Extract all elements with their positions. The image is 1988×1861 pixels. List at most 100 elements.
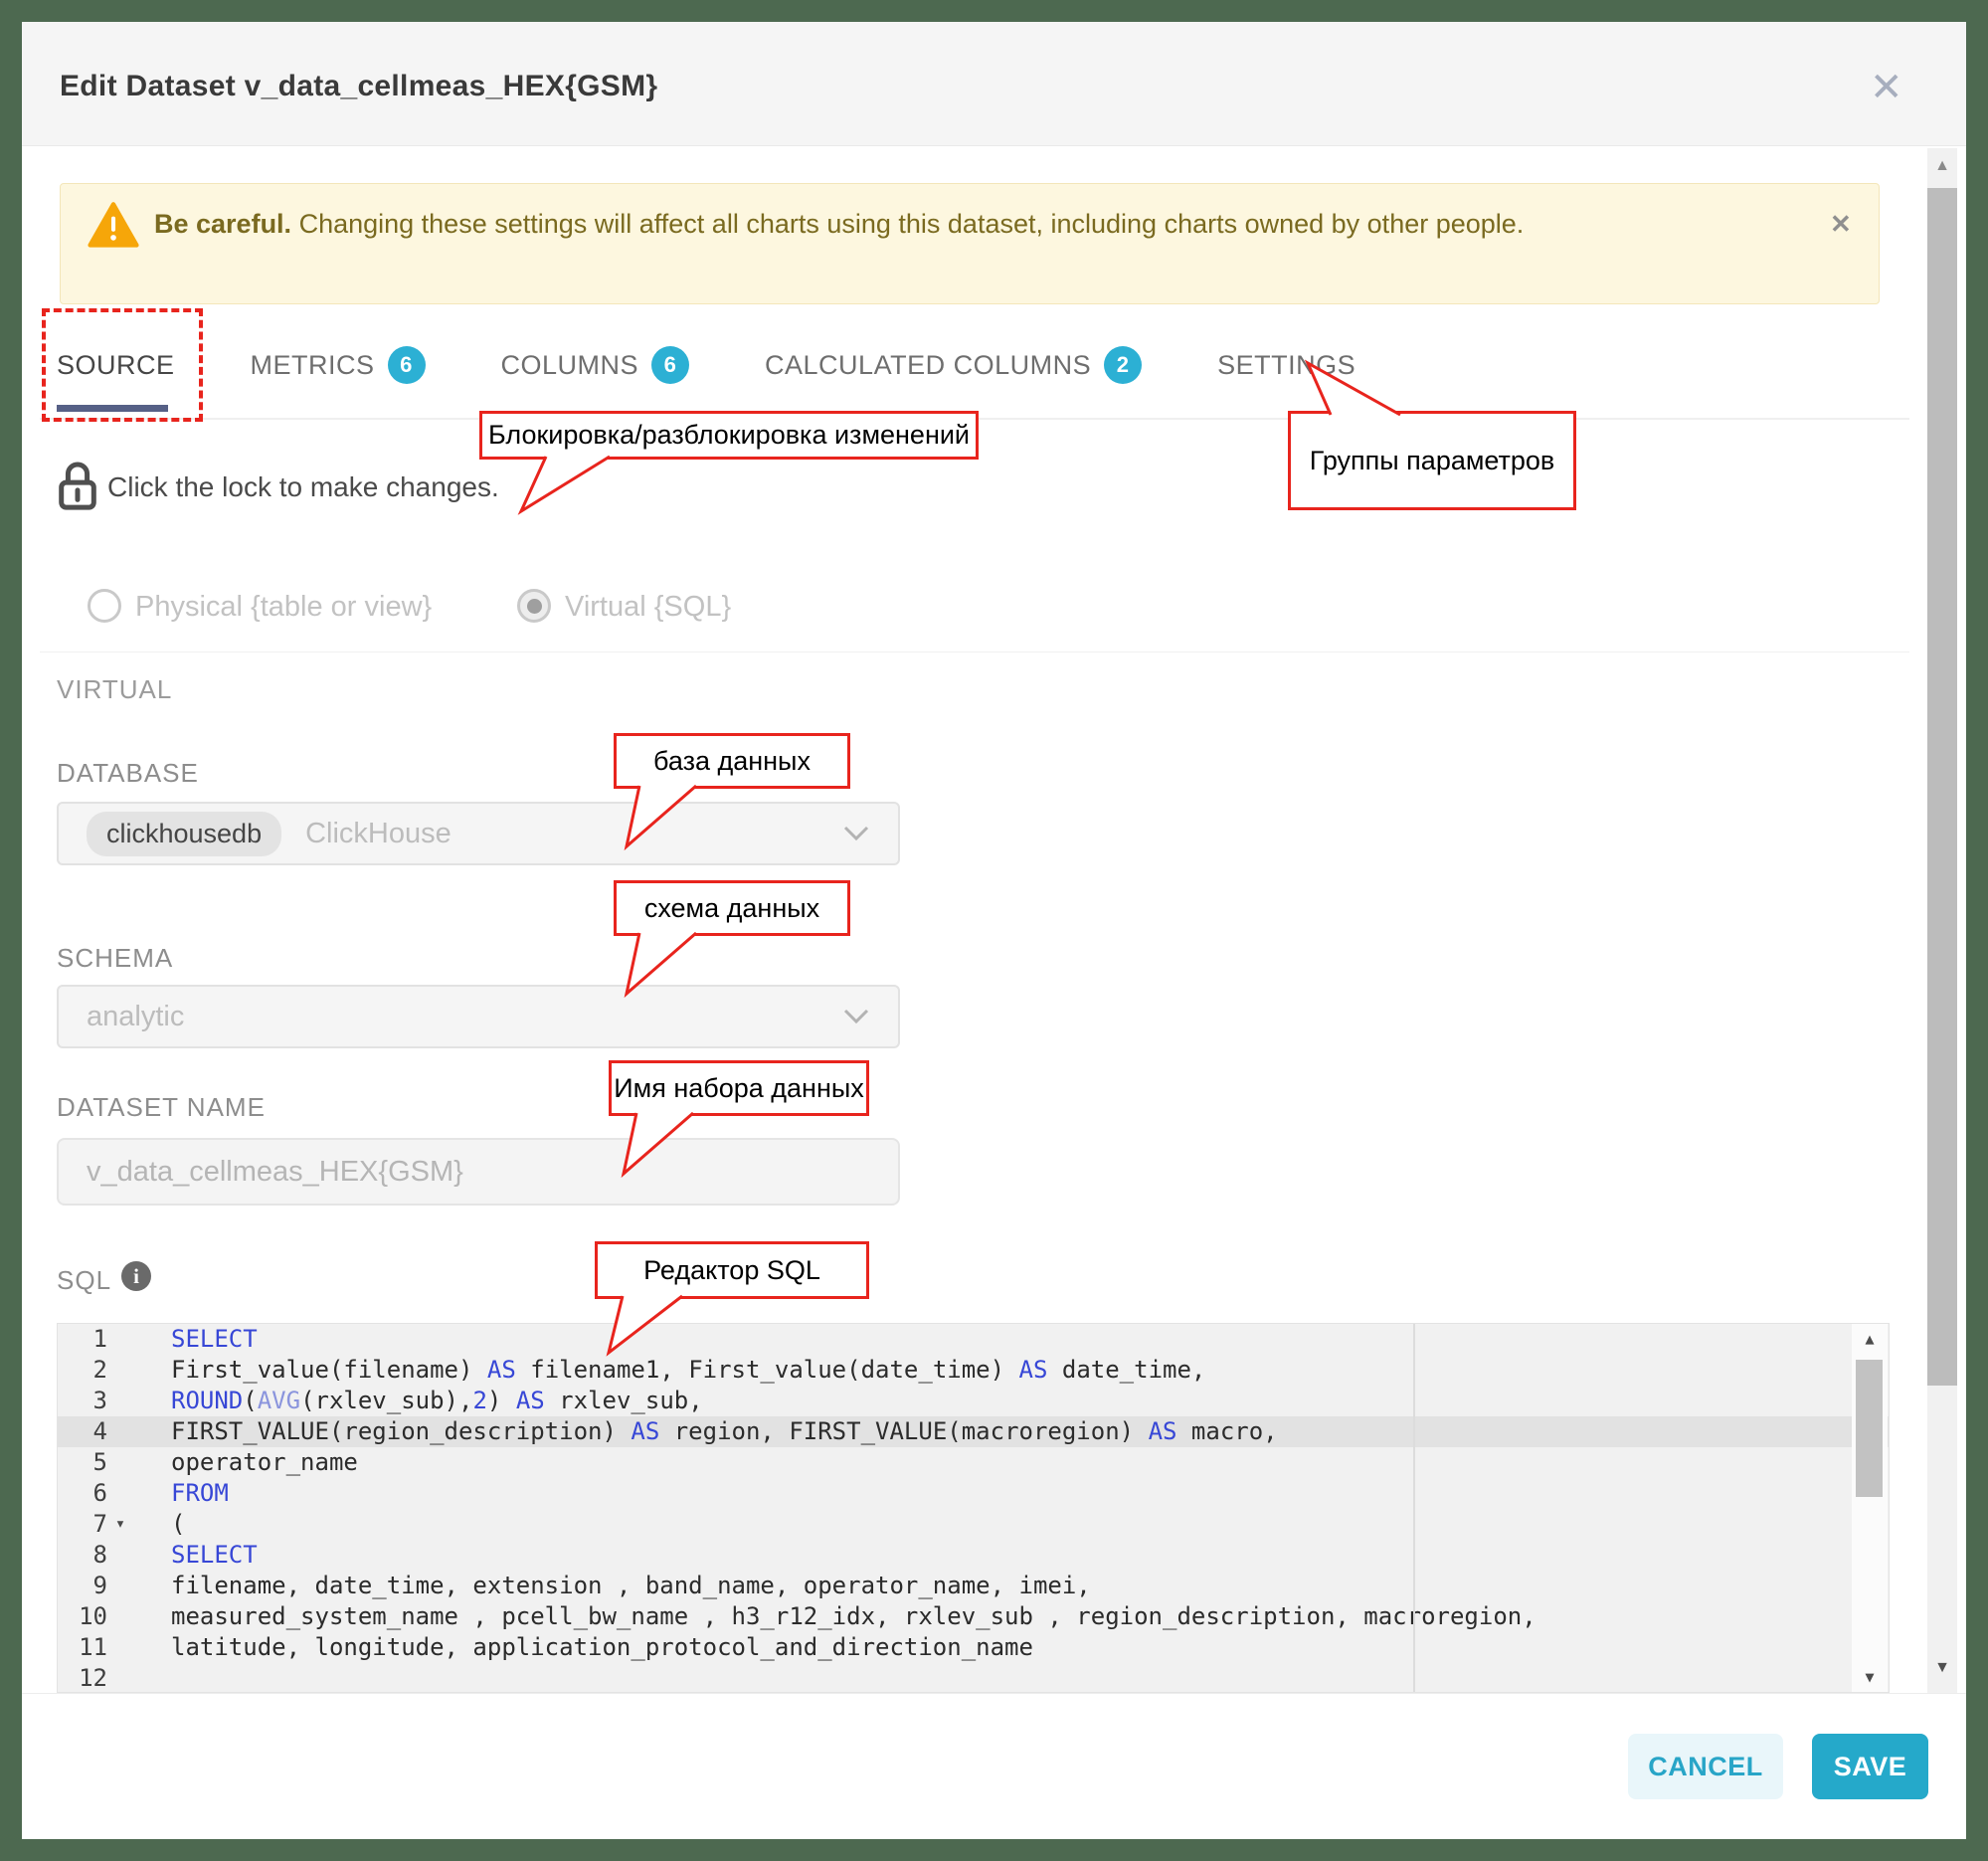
line-number: 5 [58, 1447, 107, 1478]
fold-spacer [107, 1601, 133, 1632]
sql-code: First_value(filename) AS filename1, Firs… [133, 1355, 1205, 1386]
fold-spacer [107, 1447, 133, 1478]
annotation-lock-toggle: Блокировка/разблокировка изменений [479, 411, 979, 460]
database-label: DATABASE [57, 758, 199, 789]
sql-code: operator_name [133, 1447, 358, 1478]
sql-line: 6 FROM [58, 1478, 1889, 1509]
fold-caret-icon[interactable]: ▾ [107, 1509, 133, 1540]
info-icon: i [121, 1261, 151, 1291]
dataset-name-input: v_data_cellmeas_HEX{GSM} [57, 1138, 900, 1206]
line-number: 8 [58, 1540, 107, 1571]
line-number: 6 [58, 1478, 107, 1509]
scroll-down-icon[interactable]: ▼ [1852, 1668, 1888, 1686]
sql-code: filename, date_time, extension , band_na… [133, 1571, 1091, 1601]
fold-spacer [107, 1663, 133, 1693]
warning-bold: Be careful. [154, 209, 291, 239]
line-number: 3 [58, 1386, 107, 1416]
warning-text: Be careful. Changing these settings will… [154, 204, 1755, 245]
fold-spacer [107, 1355, 133, 1386]
sql-code: SELECT [133, 1324, 258, 1355]
sql-code: SELECT [133, 1540, 258, 1571]
annotation-sql-editor: Редактор SQL [595, 1241, 869, 1299]
fold-spacer [107, 1416, 133, 1447]
database-value: ClickHouse [305, 818, 452, 850]
sql-code [133, 1663, 171, 1693]
chevron-down-icon [842, 1008, 870, 1025]
sql-line: 10 measured_system_name , pcell_bw_name ,… [58, 1601, 1889, 1632]
annotation-tail [612, 930, 711, 1000]
radio-physical [88, 589, 121, 623]
scroll-up-icon[interactable]: ▲ [1927, 157, 1957, 175]
modal-title: Edit Dataset v_data_cellmeas_HEX{GSM} [60, 70, 657, 103]
cancel-button[interactable]: CANCEL [1628, 1734, 1783, 1799]
line-number: 9 [58, 1571, 107, 1601]
annotation-database: база данных [614, 733, 850, 789]
fold-spacer [107, 1478, 133, 1509]
line-number: 10 [58, 1601, 107, 1632]
schema-label: SCHEMA [57, 943, 173, 974]
radio-physical-label: Physical {table or view} [135, 591, 432, 624]
save-button[interactable]: SAVE [1812, 1734, 1928, 1799]
line-number: 4 [58, 1416, 107, 1447]
virtual-section-heading: VIRTUAL [57, 674, 172, 705]
annotation-schema: схема данных [614, 880, 850, 936]
lock-hint-text: Click the lock to make changes. [107, 471, 499, 503]
radio-virtual-label: Virtual {SQL} [565, 591, 731, 624]
warning-rest: Changing these settings will affect all … [291, 209, 1524, 239]
annotation-tail [609, 1110, 708, 1180]
chevron-down-icon [842, 825, 870, 842]
annotation-dataset-name: Имя набора данных [609, 1060, 869, 1116]
line-number: 2 [58, 1355, 107, 1386]
line-number: 1 [58, 1324, 107, 1355]
sql-code: FIRST_VALUE(region_description) AS regio… [133, 1416, 1278, 1447]
warning-close-icon[interactable]: ✕ [1830, 209, 1852, 240]
fold-spacer [107, 1571, 133, 1601]
sql-editor[interactable]: 1 SELECT 2 First_value(filename) AS filenam… [57, 1323, 1890, 1693]
metrics-count-badge: 6 [388, 346, 426, 384]
annotation-tail [1293, 358, 1417, 420]
schema-value: analytic [87, 1001, 184, 1033]
tab-bar: SOURCE METRICS6 COLUMNS6 CALCULATED COLU… [57, 346, 1355, 384]
sql-line: 8 SELECT [58, 1540, 1889, 1571]
database-pill: clickhousedb [87, 812, 281, 856]
columns-count-badge: 6 [651, 346, 689, 384]
annotation-tail [593, 1293, 692, 1359]
sql-line: 3 ROUND(AVG(rxlev_sub),2) AS rxlev_sub, [58, 1386, 1889, 1416]
scroll-up-icon[interactable]: ▲ [1852, 1330, 1888, 1348]
editor-scrollbar-thumb[interactable] [1856, 1360, 1883, 1497]
annotation-settings-groups: Группы параметров [1288, 411, 1576, 510]
tab-columns[interactable]: COLUMNS6 [501, 346, 690, 384]
sql-code: measured_system_name , pcell_bw_name , h… [133, 1601, 1536, 1632]
sql-code: FROM [133, 1478, 229, 1509]
sql-editor-lines: 1 SELECT 2 First_value(filename) AS filenam… [58, 1324, 1889, 1693]
schema-select: analytic [57, 985, 900, 1048]
sql-code: ROUND(AVG(rxlev_sub),2) AS rxlev_sub, [133, 1386, 703, 1416]
sql-line: 11 latitude, longitude, application_proto… [58, 1632, 1889, 1663]
line-number: 11 [58, 1632, 107, 1663]
lock-icon[interactable] [55, 460, 100, 513]
screenshot-frame: Edit Dataset v_data_cellmeas_HEX{GSM} ✕ … [0, 0, 1988, 1861]
close-icon[interactable]: ✕ [1870, 68, 1903, 107]
annotation-dashed-box-source [42, 308, 203, 422]
line-number: 12 [58, 1663, 107, 1693]
annotation-tail [612, 783, 711, 852]
sql-line: 4 FIRST_VALUE(region_description) AS regi… [58, 1416, 1889, 1447]
sql-line: 5 operator_name [58, 1447, 1889, 1478]
tab-calculated-columns[interactable]: CALCULATED COLUMNS2 [765, 346, 1142, 384]
sql-code: ( [133, 1509, 185, 1540]
fold-spacer [107, 1386, 133, 1416]
radio-virtual-dot [527, 599, 542, 614]
warning-triangle-icon [88, 201, 139, 251]
sql-code: latitude, longitude, application_protoco… [133, 1632, 1033, 1663]
fold-spacer [107, 1540, 133, 1571]
fold-spacer [107, 1324, 133, 1355]
annotation-tail [507, 454, 627, 519]
calculated-columns-count-badge: 2 [1104, 346, 1142, 384]
sql-line: 2 First_value(filename) AS filename1, Fir… [58, 1355, 1889, 1386]
sql-label: SQL [57, 1265, 111, 1296]
section-divider [40, 651, 1909, 652]
sql-line: 12 [58, 1663, 1889, 1693]
tab-metrics[interactable]: METRICS6 [251, 346, 426, 384]
modal-scrollbar-thumb[interactable] [1927, 188, 1957, 1386]
scroll-down-icon[interactable]: ▼ [1927, 1659, 1957, 1677]
